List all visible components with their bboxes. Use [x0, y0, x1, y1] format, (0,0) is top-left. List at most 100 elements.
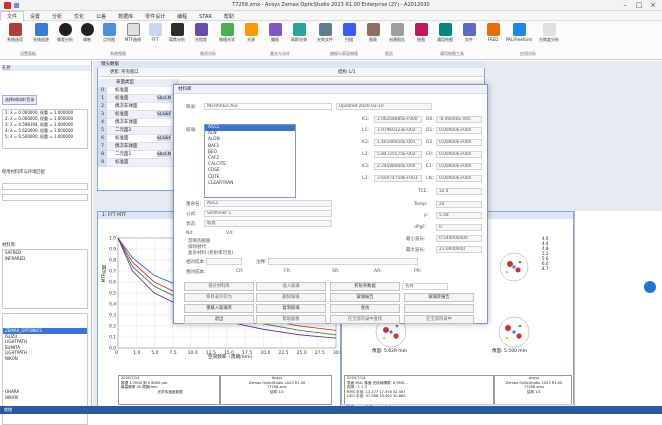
coef-field[interactable]: 0.00000E+000: [436, 163, 482, 170]
delete-glass-button[interactable]: 删除玻璃: [256, 293, 326, 302]
close-icon[interactable]: ×: [646, 1, 660, 10]
coef-field[interactable]: 2.06258880E+000: [374, 116, 422, 123]
ribbon-button[interactable]: 绘图: [408, 23, 434, 43]
ribbon-button[interactable]: 系统选项: [2, 23, 28, 43]
minimize-icon[interactable]: –: [618, 1, 632, 10]
ribbon-button[interactable]: 扫描: [336, 23, 362, 43]
scan-icon: [342, 23, 356, 36]
copy-glass-button[interactable]: 复制玻璃: [256, 304, 326, 313]
raytrace-icon: [34, 23, 48, 36]
catalog-report-button[interactable]: 玻璃库报告: [404, 293, 474, 302]
rename-field[interactable]: AGCL: [204, 200, 332, 207]
coef-field[interactable]: 0.00000E+000: [436, 175, 482, 182]
index-data-button[interactable]: 折射率数据: [330, 282, 400, 291]
glass-item[interactable]: CLEARTRAN: [205, 181, 295, 187]
table-row[interactable]: 7 偶次非球面: [98, 143, 179, 151]
ribbon-button[interactable]: FRED: [480, 23, 506, 42]
comment-text-field[interactable]: [268, 258, 418, 265]
coef-field[interactable]: 1.97960323E-002: [374, 127, 422, 134]
ribbon-button[interactable]: 光焦度分析: [536, 23, 562, 43]
reload-catalog-button[interactable]: 重载入玻璃库: [184, 304, 254, 313]
max-wavelength-field[interactable]: 21.0000000: [436, 246, 482, 253]
selected-catalog-list[interactable]: SAFRED INFRARED: [2, 249, 88, 309]
ribbon-button[interactable]: 物理光学: [214, 23, 240, 43]
ribbon-button[interactable]: 通用绘图: [432, 23, 458, 43]
ribbon-button[interactable]: PAL/Freeform分析: [506, 23, 532, 43]
status-select[interactable]: 标准: [204, 220, 332, 227]
coef-field[interactable]: 3.60074754E+003: [374, 175, 422, 182]
ribbon-button[interactable]: 光线追迹: [28, 23, 54, 43]
ribbon-button[interactable]: 光束文件: [312, 23, 338, 43]
find-all-button[interactable]: 在全部目录中查找: [330, 315, 400, 324]
coef-field[interactable]: 1.46146050E-001: [374, 139, 422, 146]
complex-material-checkbox[interactable]: 复杂材料 (折射率可变): [188, 250, 233, 256]
y-tick-label: 0.9: [109, 247, 116, 253]
density-field[interactable]: 5.58: [436, 212, 482, 219]
ribbon-button[interactable]: 光源: [238, 23, 264, 43]
maximize-icon[interactable]: □: [632, 1, 646, 10]
catalog-item[interactable]: NIKON: [3, 356, 87, 362]
coef-field[interactable]: 0.00000E+000: [436, 151, 482, 158]
ribbon-button[interactable]: 高斯光束: [286, 23, 312, 43]
coef-field[interactable]: 0.00000E+000: [436, 139, 482, 146]
cloud-icon[interactable]: [644, 281, 656, 293]
gaussian-beam-icon: [292, 23, 306, 36]
table-row[interactable]: 4 偶次非球面: [98, 119, 179, 127]
table-row[interactable]: 2 偶次非球面: [98, 103, 179, 111]
exit-button[interactable]: 退出: [184, 315, 254, 324]
ribbon-button[interactable]: 图表: [360, 23, 386, 43]
compute-button[interactable]: [404, 304, 474, 313]
pressure-field[interactable]: [2, 194, 88, 201]
catalog-select[interactable]: INFRARED.AGF: [204, 103, 332, 110]
temp-field[interactable]: 20: [436, 201, 482, 208]
table-row[interactable]: 9 标准面: [98, 159, 179, 167]
x-tick-label: 22.5: [279, 350, 289, 356]
formula-select[interactable]: Sellmeier 1: [204, 210, 332, 217]
wavelength-list: 1: λ = 0.000000, 权重 = 1.000000 2: λ = 0.…: [2, 109, 88, 149]
lde-title: 镜头数据: [97, 61, 485, 68]
save-catalog-button[interactable]: 保存材料库: [184, 282, 254, 291]
y-tick-label: 0.0: [109, 346, 116, 352]
insert-glass-button[interactable]: 插入玻璃: [256, 282, 326, 291]
ribbon-button[interactable]: 离焦分析: [164, 23, 190, 43]
save-catalog-as-button[interactable]: 将目录另存为: [184, 293, 254, 302]
coef-field[interactable]: 5.84725575E-002: [374, 151, 422, 158]
x-tick-label: 25.0: [297, 350, 307, 356]
dialog-body: 目录: INFRARED.AGF Updated 2020-02-10 玻璃: …: [174, 85, 487, 324]
catalog-item[interactable]: HIKARI: [3, 395, 87, 401]
fred-icon: [486, 23, 500, 36]
ribbon-button[interactable]: 点列图: [96, 23, 122, 43]
ribbon-group-label: 系统视图: [110, 51, 126, 56]
coef-field[interactable]: 0.00000E+000: [436, 127, 482, 134]
dpgf-field[interactable]: 0: [436, 224, 482, 231]
find-all-catalogs-button[interactable]: 在全部目录中: [404, 315, 474, 324]
select-glass-catalog-button[interactable]: 选择材料库/目录: [2, 95, 38, 105]
find-button[interactable]: 查找: [330, 304, 400, 313]
glass-cell[interactable]: SILICN: [157, 152, 171, 157]
comment-field[interactable]: [206, 258, 242, 265]
sort-select[interactable]: 名称: [402, 283, 448, 290]
source-icon: [244, 23, 258, 36]
coef-field[interactable]: 2.24598000E-000: [374, 163, 422, 170]
glass-report-button[interactable]: 玻璃报告: [330, 293, 400, 302]
glass-cell[interactable]: SCGEF: [157, 112, 172, 117]
ribbon-button[interactable]: 创建报告: [384, 23, 410, 43]
glass-cell[interactable]: SCGEF: [157, 136, 172, 141]
x-tick-label: 7.5: [170, 350, 177, 356]
ribbon-button[interactable]: 文件: [456, 23, 482, 43]
glass-list[interactable]: AGCL ALN ALON BAF2 BEO CAF2 CALCITE CDSE…: [204, 124, 296, 198]
coef-field[interactable]: -8.00000E-005: [436, 116, 482, 123]
spot-label: 像面: 5.629 mm: [372, 349, 408, 354]
min-wavelength-field[interactable]: 0.540000000: [436, 235, 482, 242]
glass-cell[interactable]: SILICN: [157, 96, 171, 101]
tce-field[interactable]: 32.4: [436, 188, 482, 195]
ribbon-button[interactable]: 光程差: [188, 23, 214, 43]
system-explorer-header[interactable]: 孔径: [2, 65, 90, 71]
environment-field[interactable]: [2, 183, 88, 190]
table-row[interactable]: 5 二元面2: [98, 127, 179, 135]
y-tick-label: 0.8: [109, 258, 116, 264]
window-title: T7258.zmx - Ansys Zemax OpticStudio 2023…: [232, 2, 430, 8]
help-button[interactable]: 帮助面板: [256, 315, 326, 324]
ribbon-button[interactable]: 偏振: [262, 23, 288, 43]
table-row[interactable]: 0 标准面: [98, 87, 179, 95]
